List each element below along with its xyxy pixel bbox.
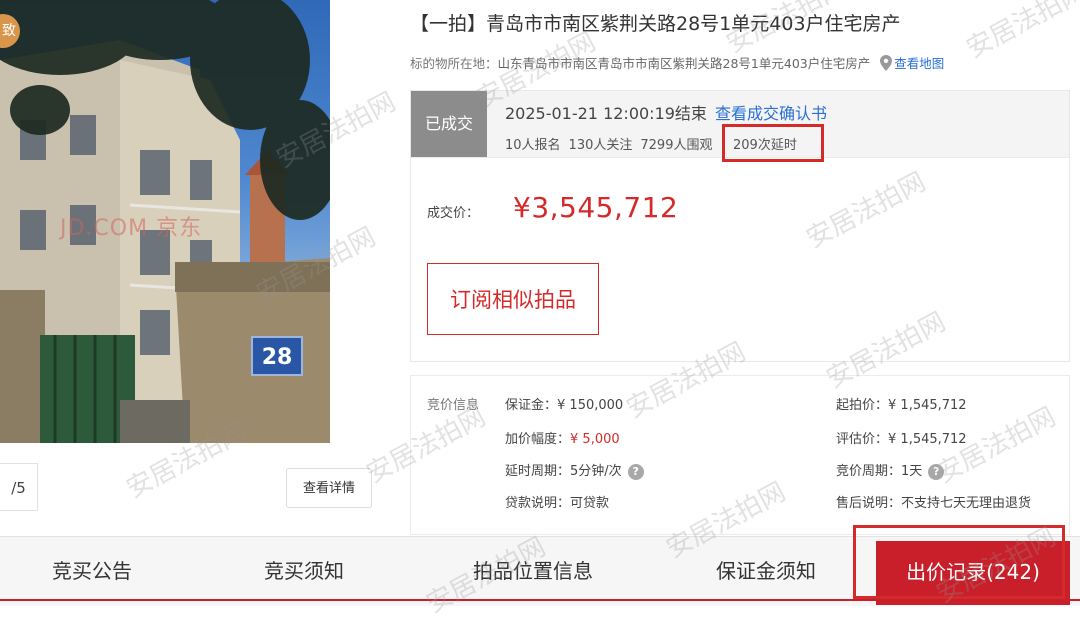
appraisal-value: ¥ 1,545,712 <box>888 432 967 447</box>
view-confirmation-link[interactable]: 查看成交确认书 <box>715 104 827 123</box>
location-value: 山东青岛市市南区青岛市市南区紫荆关路28号1单元403户住宅房产 <box>497 56 871 71</box>
bid-period-row: 竞价周期：1天? <box>836 460 945 480</box>
help-icon[interactable]: ? <box>928 463 945 480</box>
delay-period-label: 延时周期： <box>505 464 571 479</box>
location-line: 标的物所在地：山东青岛市市南区青岛市市南区紫荆关路28号1单元403户住宅房产 … <box>410 53 944 72</box>
start-price-value: ¥ 1,545,712 <box>888 398 967 413</box>
increment-label: 加价幅度： <box>505 432 571 447</box>
onlookers-count: 7299人围观 <box>640 138 713 153</box>
increment-row: 加价幅度：¥ 5,000 <box>505 428 620 447</box>
bid-info-heading: 竞价信息 <box>427 398 480 413</box>
tab-item-location[interactable]: 拍品位置信息 <box>473 537 593 606</box>
view-details-button[interactable]: 查看详情 <box>286 468 372 508</box>
location-label: 标的物所在地： <box>410 56 498 71</box>
status-strip: 已成交 2025-01-21 12:00:19结束 查看成交确认书 10人报名 13… <box>411 91 1069 162</box>
end-time: 2025-01-21 12:00:19结束 <box>505 104 707 123</box>
house-number-plate: 28 <box>251 336 303 376</box>
start-price-row: 起拍价：¥ 1,545,712 <box>836 394 967 413</box>
view-map-link[interactable]: 查看地图 <box>894 56 944 71</box>
aftersale-label: 售后说明： <box>836 496 902 511</box>
bid-period-label: 竞价周期： <box>836 464 902 479</box>
bid-period-value: 1天 <box>901 464 923 479</box>
bid-records-highlight-box <box>853 525 1065 599</box>
deposit-value: ¥ 150,000 <box>557 398 624 413</box>
deal-panel: 已成交 2025-01-21 12:00:19结束 查看成交确认书 10人报名 13… <box>410 90 1070 362</box>
loan-label: 贷款说明： <box>505 496 571 511</box>
map-pin-icon <box>880 55 893 71</box>
subscribe-similar-button[interactable]: 订阅相似拍品 <box>427 263 599 335</box>
followers-count: 130人关注 <box>568 138 633 153</box>
page-title: 【一拍】青岛市市南区紫荆关路28号1单元403户住宅房产 <box>410 13 901 35</box>
aftersale-value: 不支持七天无理由退货 <box>901 496 1032 511</box>
delays-highlight-box <box>722 124 824 162</box>
auction-stats: 10人报名 130人关注 7299人围观 <box>505 134 720 153</box>
increment-value: ¥ 5,000 <box>570 432 620 447</box>
deposit-row: 保证金：¥ 150,000 <box>505 394 623 413</box>
tab-bidding-notice[interactable]: 竞买须知 <box>264 537 344 606</box>
watermark: 安居法拍网 <box>961 0 1080 65</box>
tab-deposit-notice[interactable]: 保证金须知 <box>716 537 816 606</box>
delay-period-value: 5分钟/次 <box>570 464 622 479</box>
end-time-line: 2025-01-21 12:00:19结束 查看成交确认书 <box>505 100 827 124</box>
registrations-count: 10人报名 <box>505 138 561 153</box>
aftersale-row: 售后说明：不支持七天无理由退货 <box>836 492 1031 511</box>
final-price-value: ¥3,545,712 <box>513 191 679 224</box>
loan-value: 可贷款 <box>570 496 610 511</box>
photo-watermark: JD.COM 京东 <box>60 216 203 241</box>
deposit-label: 保证金： <box>505 398 558 413</box>
delay-period-row: 延时周期：5分钟/次? <box>505 460 644 480</box>
final-price-label: 成交价： <box>427 206 480 221</box>
tab-underline <box>0 599 1080 601</box>
photo-counter: /5 <box>0 463 38 511</box>
appraisal-row: 评估价：¥ 1,545,712 <box>836 428 967 447</box>
bid-info-panel: 竞价信息 保证金：¥ 150,000 加价幅度：¥ 5,000 延时周期：5分钟… <box>410 375 1070 535</box>
status-badge: 已成交 <box>411 91 487 157</box>
property-photo[interactable]: 致 JD.COM 京东 28 <box>0 0 330 443</box>
appraisal-label: 评估价： <box>836 432 889 447</box>
help-icon[interactable]: ? <box>627 463 644 480</box>
loan-row: 贷款说明：可贷款 <box>505 492 609 511</box>
tab-auction-announcement[interactable]: 竞买公告 <box>52 537 132 606</box>
start-price-label: 起拍价： <box>836 398 889 413</box>
